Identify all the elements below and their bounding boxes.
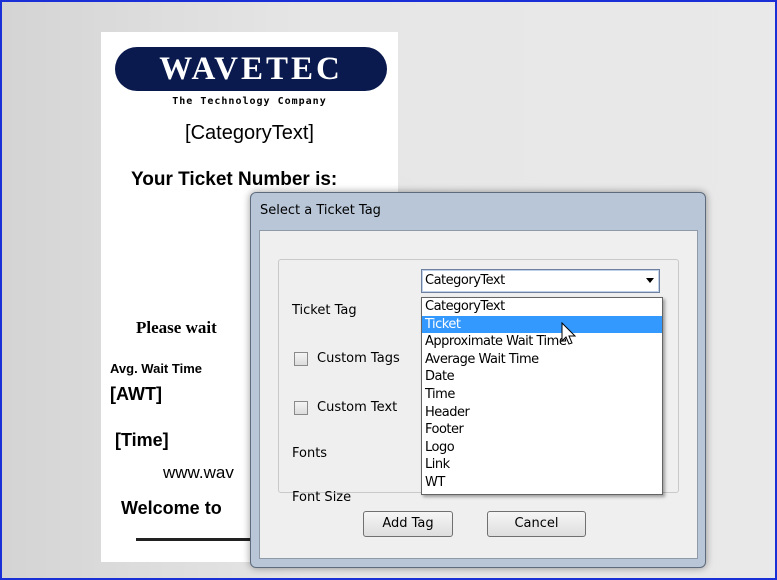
dropdown-option[interactable]: Logo: [422, 439, 662, 457]
fonts-label: Fonts: [292, 446, 328, 461]
ticket-number-heading: Your Ticket Number is:: [131, 169, 338, 190]
dropdown-option[interactable]: Footer: [422, 421, 662, 439]
font-size-label: Font Size: [292, 490, 352, 505]
mouse-pointer-icon: [561, 322, 577, 345]
category-text-tag: [CategoryText]: [185, 122, 314, 144]
ticket-tag-label: Ticket Tag: [292, 303, 357, 318]
dropdown-option[interactable]: Time: [422, 386, 662, 404]
website-text: www.wav: [163, 463, 234, 482]
add-tag-button[interactable]: Add Tag: [363, 511, 453, 537]
cancel-button[interactable]: Cancel: [487, 511, 586, 537]
wavetec-logo: WAVETEC: [115, 47, 387, 91]
dropdown-option-highlighted[interactable]: Ticket: [422, 315, 662, 334]
dropdown-option[interactable]: WT: [422, 474, 662, 492]
ticket-tag-selected-value: CategoryText: [425, 273, 505, 288]
chevron-down-icon[interactable]: [646, 278, 654, 283]
time-tag: [Time]: [115, 430, 169, 450]
avg-wait-label: Avg. Wait Time: [110, 361, 202, 376]
ticket-tag-select[interactable]: CategoryText: [421, 269, 660, 293]
dialog-title: Select a Ticket Tag: [260, 203, 381, 218]
dropdown-option[interactable]: Average Wait Time: [422, 351, 662, 369]
custom-tags-checkbox[interactable]: [294, 352, 308, 366]
dropdown-option[interactable]: Approximate Wait Time: [422, 333, 662, 351]
custom-tags-label: Custom Tags: [317, 351, 400, 366]
logo-tagline: The Technology Company: [172, 96, 327, 107]
welcome-text: Welcome to: [121, 498, 222, 518]
ticket-tag-dropdown-list: CategoryText Ticket Approximate Wait Tim…: [421, 297, 663, 495]
dropdown-option[interactable]: Link: [422, 456, 662, 474]
custom-text-label: Custom Text: [317, 400, 398, 415]
dropdown-option[interactable]: CategoryText: [422, 298, 662, 316]
please-wait-text: Please wait: [136, 318, 217, 337]
dropdown-option[interactable]: Date: [422, 368, 662, 386]
awt-tag: [AWT]: [110, 384, 162, 404]
dropdown-option[interactable]: Header: [422, 404, 662, 422]
custom-text-checkbox[interactable]: [294, 401, 308, 415]
